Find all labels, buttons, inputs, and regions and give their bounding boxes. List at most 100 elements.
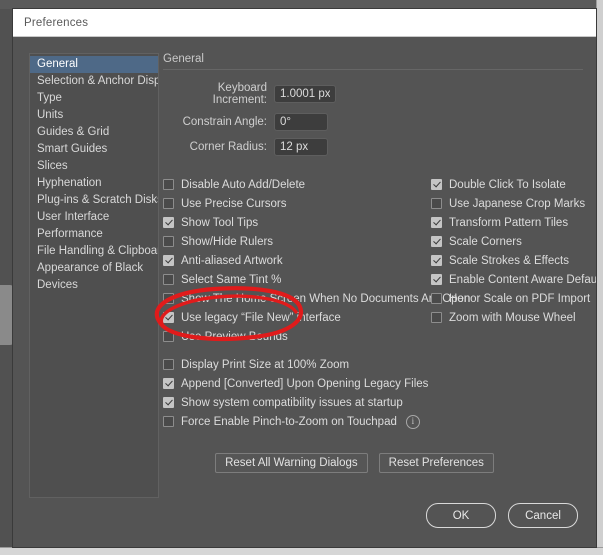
checkbox-checked-icon[interactable] (431, 236, 442, 247)
sidebar-item-performance[interactable]: Performance (30, 226, 158, 243)
sidebar-item-file-handling-clipboard[interactable]: File Handling & Clipboard (30, 243, 158, 260)
checkbox-unchecked-icon[interactable] (163, 198, 174, 209)
checkbox-row[interactable]: Enable Content Aware Defaults (431, 270, 596, 289)
field-row: Keyboard Increment: (163, 82, 586, 106)
checkbox-label: Show/Hide Rulers (181, 235, 274, 248)
sidebar-item-plug-ins-scratch-disks[interactable]: Plug-ins & Scratch Disks (30, 192, 158, 209)
field-row: Constrain Angle: (163, 113, 586, 131)
backdrop-right-strip (596, 0, 603, 555)
checkbox-label: Honor Scale on PDF Import (449, 292, 591, 305)
checkbox-label: Show system compatibility issues at star… (181, 396, 403, 409)
field-input[interactable] (274, 113, 328, 131)
options-column-full-width: Display Print Size at 100% Zoom Append [C… (163, 355, 586, 431)
checkbox-row[interactable]: Honor Scale on PDF Import (431, 289, 596, 308)
info-icon[interactable]: i (405, 414, 420, 429)
checkbox-label: Use legacy “File New” interface (181, 311, 341, 324)
checkbox-label: Scale Corners (449, 235, 522, 248)
checkbox-unchecked-icon[interactable] (431, 312, 442, 323)
field-input[interactable] (274, 85, 336, 103)
checkbox-label: Show The Home Screen When No Documents A… (181, 292, 471, 305)
options-column-left: Disable Auto Add/Delete Use Precise Curso… (163, 175, 470, 346)
checkbox-checked-icon[interactable] (431, 217, 442, 228)
sidebar-item-appearance-of-black[interactable]: Appearance of Black (30, 260, 158, 277)
ok-button[interactable]: OK (426, 503, 496, 528)
checkbox-checked-icon[interactable] (163, 312, 174, 323)
checkbox-unchecked-icon[interactable] (163, 236, 174, 247)
checkbox-label: Use Precise Cursors (181, 197, 287, 210)
backdrop-left-handle (0, 285, 14, 345)
sidebar-item-guides-grid[interactable]: Guides & Grid (30, 124, 158, 141)
sidebar-item-general[interactable]: General (30, 56, 158, 73)
checkbox-label: Transform Pattern Tiles (449, 216, 569, 229)
checkbox-row[interactable]: Disable Auto Add/Delete (163, 175, 431, 194)
checkbox-row[interactable]: Use Preview Bounds (163, 327, 431, 346)
checkbox-row[interactable]: Show Tool Tips (163, 213, 431, 232)
checkbox-checked-icon[interactable] (431, 255, 442, 266)
checkbox-row[interactable]: Use Precise Cursors (163, 194, 431, 213)
sidebar-item-units[interactable]: Units (30, 107, 158, 124)
checkbox-label: Disable Auto Add/Delete (181, 178, 306, 191)
checkbox-label: Double Click To Isolate (449, 178, 566, 191)
checkbox-checked-icon[interactable] (163, 255, 174, 266)
dialog-titlebar[interactable]: Preferences (13, 9, 596, 37)
sidebar-item-devices[interactable]: Devices (30, 277, 158, 294)
field-input[interactable] (274, 138, 328, 156)
checkbox-label: Enable Content Aware Defaults (449, 273, 596, 286)
checkbox-unchecked-icon[interactable] (163, 274, 174, 285)
checkbox-unchecked-icon[interactable] (163, 179, 174, 190)
checkbox-row[interactable]: Show/Hide Rulers (163, 232, 431, 251)
checkbox-label: Select Same Tint % (181, 273, 282, 286)
field-label: Corner Radius: (189, 141, 267, 153)
checkbox-row[interactable]: Use Japanese Crop Marks (431, 194, 596, 213)
checkbox-row[interactable]: Select Same Tint % (163, 270, 431, 289)
checkbox-row[interactable]: Force Enable Pinch-to-Zoom on Touchpad i (163, 412, 586, 431)
dialog-body: GeneralSelection & Anchor DisplayTypeUni… (13, 37, 596, 546)
checkbox-row[interactable]: Scale Strokes & Effects (431, 251, 596, 270)
preferences-category-list[interactable]: GeneralSelection & Anchor DisplayTypeUni… (29, 53, 159, 498)
backdrop-left-panel (0, 9, 13, 555)
checkbox-checked-icon[interactable] (163, 378, 174, 389)
checkbox-label: Zoom with Mouse Wheel (449, 311, 576, 324)
checkbox-row[interactable]: Append [Converted] Upon Opening Legacy F… (163, 374, 586, 393)
checkbox-row[interactable]: Anti-aliased Artwork (163, 251, 431, 270)
cancel-button[interactable]: Cancel (508, 503, 578, 528)
checkbox-row[interactable]: Use legacy “File New” interface (163, 308, 431, 327)
sidebar-item-user-interface[interactable]: User Interface (30, 209, 158, 226)
checkbox-row[interactable]: Scale Corners (431, 232, 596, 251)
checkbox-label: Scale Strokes & Effects (449, 254, 569, 267)
checkbox-checked-icon[interactable] (163, 397, 174, 408)
checkbox-checked-icon[interactable] (431, 179, 442, 190)
sidebar-item-selection-anchor-display[interactable]: Selection & Anchor Display (30, 73, 158, 90)
checkbox-checked-icon[interactable] (431, 274, 442, 285)
section-divider (163, 69, 583, 70)
sidebar-item-slices[interactable]: Slices (30, 158, 158, 175)
field-label: Keyboard Increment: (212, 82, 267, 106)
sidebar-item-type[interactable]: Type (30, 90, 158, 107)
checkbox-unchecked-icon[interactable] (163, 416, 174, 427)
reset-button-1[interactable]: Reset Preferences (378, 453, 494, 473)
checkbox-row[interactable]: Display Print Size at 100% Zoom (163, 355, 586, 374)
checkbox-checked-icon[interactable] (163, 217, 174, 228)
checkbox-row[interactable]: Double Click To Isolate (431, 175, 596, 194)
reset-button-0[interactable]: Reset All Warning Dialogs (215, 453, 368, 473)
checkbox-unchecked-icon[interactable] (163, 293, 174, 304)
checkbox-label: Display Print Size at 100% Zoom (181, 358, 350, 371)
section-title: General (163, 53, 204, 65)
sidebar-item-hyphenation[interactable]: Hyphenation (30, 175, 158, 192)
sidebar-item-smart-guides[interactable]: Smart Guides (30, 141, 158, 158)
backdrop-bottom-strip (0, 547, 603, 555)
checkbox-row[interactable]: Show system compatibility issues at star… (163, 393, 586, 412)
checkbox-unchecked-icon[interactable] (163, 331, 174, 342)
checkbox-unchecked-icon[interactable] (431, 293, 442, 304)
dialog-footer: OK Cancel (426, 503, 578, 528)
checkbox-label: Use Preview Bounds (181, 330, 288, 343)
options-columns: Disable Auto Add/Delete Use Precise Curso… (163, 175, 596, 346)
checkbox-row[interactable]: Show The Home Screen When No Documents A… (163, 289, 470, 308)
checkbox-label: Show Tool Tips (181, 216, 259, 229)
checkbox-row[interactable]: Zoom with Mouse Wheel (431, 308, 596, 327)
checkbox-unchecked-icon[interactable] (431, 198, 442, 209)
field-label: Constrain Angle: (182, 116, 267, 128)
checkbox-row[interactable]: Transform Pattern Tiles (431, 213, 596, 232)
checkbox-unchecked-icon[interactable] (163, 359, 174, 370)
checkbox-label: Append [Converted] Upon Opening Legacy F… (181, 377, 429, 390)
